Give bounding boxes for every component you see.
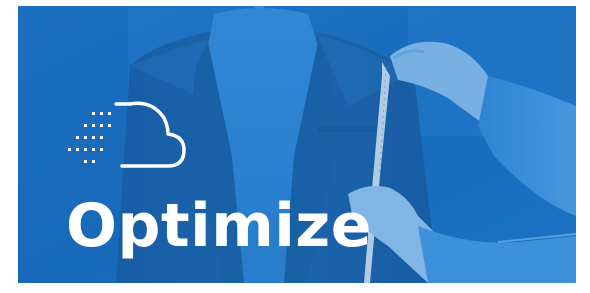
cloud-speed-icon bbox=[68, 101, 186, 168]
hero-banner: Optimize bbox=[18, 6, 576, 283]
page-title: Optimize bbox=[66, 191, 372, 261]
cloud-outline bbox=[120, 101, 186, 168]
speed-dots bbox=[68, 112, 111, 163]
